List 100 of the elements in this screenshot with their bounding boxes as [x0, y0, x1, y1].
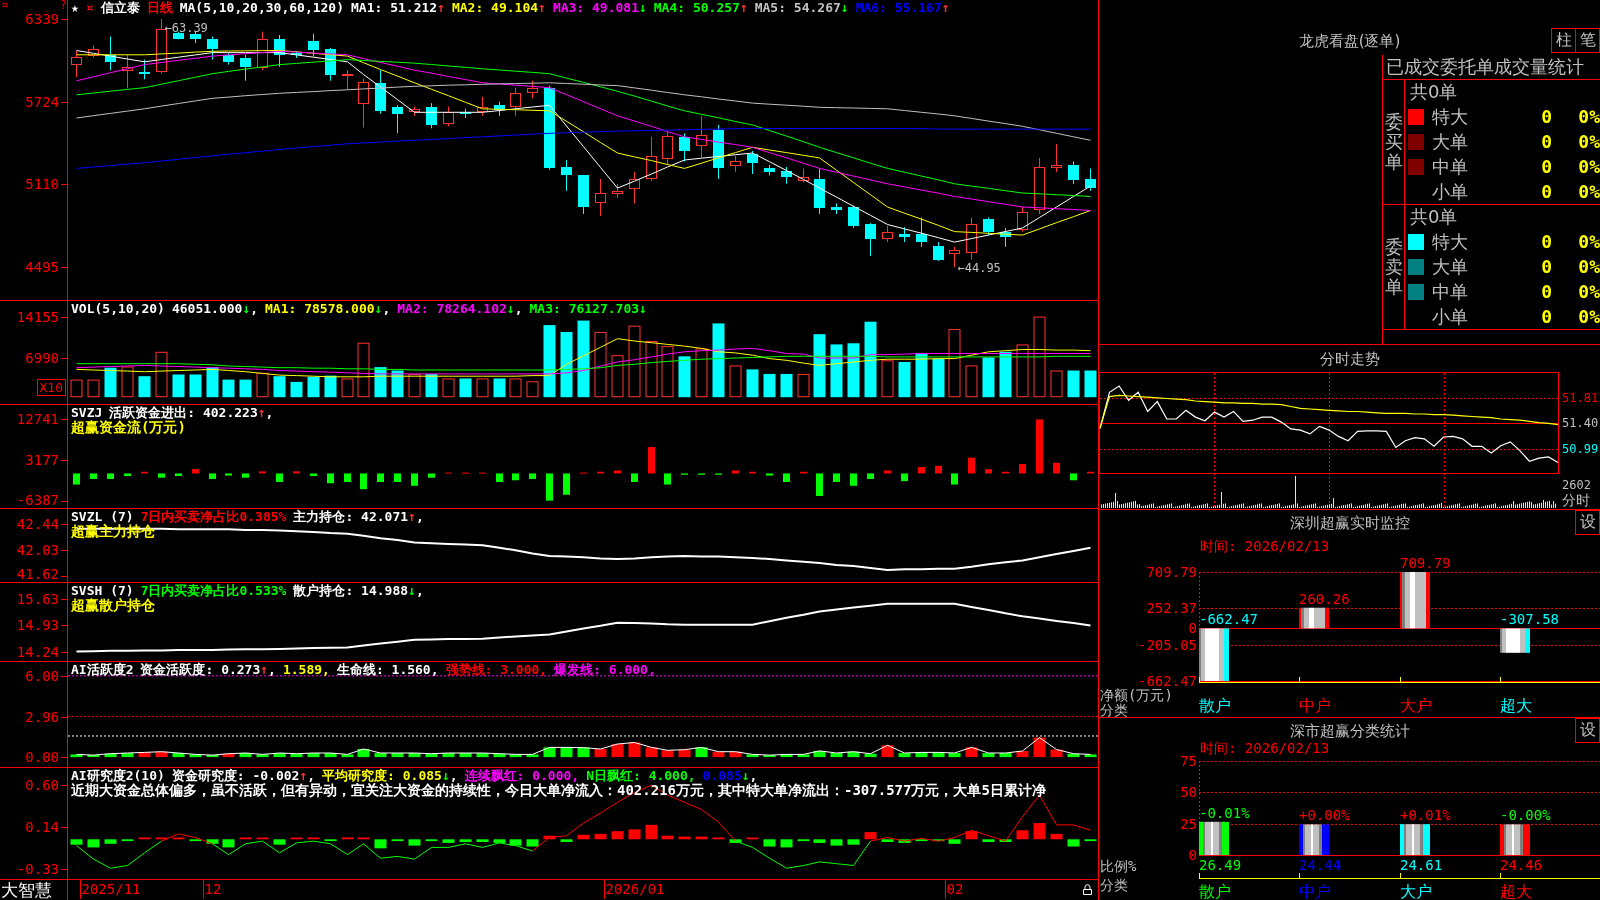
panel-title: 分时走势: [1319, 349, 1380, 368]
separator-text: ,: [415, 509, 424, 524]
timestamp-text: 时间: 2026/02/13: [1200, 741, 1330, 755]
legend-text: MA(5,10,20,30,60,120): [179, 0, 345, 15]
separator-text: ,: [749, 768, 758, 783]
trend-arrow: ↑: [739, 0, 748, 15]
trend-arrow: ↓: [408, 583, 416, 598]
axis-title: 分类: [1100, 702, 1128, 717]
trend-arrow: ↓: [441, 768, 450, 783]
order-count: 0: [1540, 156, 1552, 177]
legend-text: 7日内买卖净占比0.533%: [140, 583, 287, 598]
axis-label: -0.33: [16, 861, 59, 878]
legend-text: 1.589,: [282, 662, 330, 677]
order-total: 共0单: [1409, 80, 1459, 104]
value-label: 24.61: [1400, 857, 1443, 873]
category-label: 超大: [1500, 882, 1532, 900]
axis-label: 0: [1188, 620, 1197, 637]
order-share: 0%: [1577, 181, 1600, 202]
category-label: 中户: [1299, 882, 1331, 900]
order-share: 0%: [1577, 231, 1600, 252]
axis-label: 50.99: [1562, 441, 1599, 456]
separator-text: ,: [449, 768, 458, 783]
category-label: 超大: [1500, 696, 1532, 715]
date-label: 12: [202, 880, 223, 899]
axis-label: 0: [1188, 847, 1197, 863]
panel-title: 深圳超赢实时监控: [1289, 514, 1410, 532]
axis-label: 709.79: [1146, 564, 1197, 580]
trend-arrow: ↑: [257, 405, 266, 420]
order-size-label: 大单: [1432, 254, 1469, 279]
order-count: 0: [1540, 106, 1552, 127]
order-size-label: 特大: [1432, 229, 1469, 254]
axis-label: 14.24: [16, 643, 59, 660]
axis-label: 5724: [25, 93, 59, 110]
separator-text: ,: [382, 301, 391, 316]
group-label: 委买单: [1384, 112, 1403, 172]
axis-label: 5110: [25, 176, 59, 193]
trend-arrow: ↑: [408, 509, 416, 524]
value-label: 24.44: [1299, 857, 1342, 873]
axis-title: 分类: [1100, 877, 1128, 893]
legend-text: MA1: 51.212: [351, 0, 438, 15]
legend-text: 资金研究度: -0.002: [171, 768, 300, 783]
order-share: 0%: [1577, 106, 1600, 127]
axis-label: 51.40: [1562, 416, 1599, 431]
order-share: 0%: [1577, 131, 1600, 152]
legend-text: 7日内买卖净占比0.385%: [140, 509, 287, 524]
order-share: 0%: [1577, 281, 1600, 302]
category-label: 散户: [1199, 696, 1231, 715]
legend-text: MA5: 54.267: [754, 0, 841, 15]
corner-symbol: ¤: [1, 0, 9, 12]
axis-label: 42.03: [16, 541, 59, 558]
panel-title: 深市超赢分类统计: [1289, 721, 1410, 740]
axis-title: 净额(万元): [1100, 687, 1173, 703]
price-annotation: ←44.95: [957, 261, 1001, 276]
separator-text: ,: [307, 768, 316, 783]
trend-arrow: ↓: [840, 0, 849, 15]
separator-text: ,: [514, 301, 523, 316]
legend-text: ¤: [85, 0, 94, 15]
legend-text: MA4: 50.257: [653, 0, 740, 15]
trend-arrow: ↓: [741, 768, 750, 783]
legend-text: SVZL (7): [71, 509, 134, 524]
legend-text: AI研究度2(10): [71, 768, 165, 783]
order-count: 0: [1540, 231, 1552, 252]
legend-text: N日飘红: 4.000,: [586, 768, 696, 783]
legend-text: 生命线: 1.560,: [336, 662, 439, 677]
value-label: -662.47: [1199, 611, 1258, 628]
trend-arrow: ↓: [242, 301, 251, 316]
trend-arrow: ↓: [374, 301, 383, 316]
legend-text: MA6: 55.167: [855, 0, 942, 15]
axis-label: -6387: [16, 492, 59, 508]
date-label: 2025/11: [79, 880, 142, 899]
scale-label: X10: [36, 379, 66, 396]
axis-label: 2.96: [25, 709, 59, 725]
axis-label: 6.00: [25, 667, 59, 684]
category-label: 大户: [1400, 882, 1432, 900]
legend-text: 主力持仓: 42.071: [293, 509, 409, 524]
legend-text: 爆发线: 6.000,: [554, 662, 656, 677]
axis-label: 0.00: [25, 749, 59, 766]
axis-label: 4495: [25, 259, 59, 276]
category-label: 散户: [1199, 882, 1231, 900]
legend-text: 信立泰: [100, 0, 140, 15]
legend-text: 日线: [146, 0, 173, 15]
date-label: 2026/01: [603, 880, 666, 899]
order-size-label: 中单: [1432, 279, 1469, 304]
legend-text: 46051.000: [171, 301, 243, 316]
group-label: 委卖单: [1384, 237, 1403, 297]
legend-text: 超赢资金流(万元): [71, 420, 186, 435]
date-label: 02: [944, 880, 965, 899]
legend-text: 强势线: 3.000,: [445, 662, 548, 677]
axis-label: 0.60: [25, 777, 59, 794]
trend-arrow: ↓: [639, 301, 647, 316]
order-count: 0: [1540, 281, 1552, 302]
value-label: 26.49: [1199, 857, 1242, 873]
legend-text: 超赢散户持仓: [71, 598, 155, 613]
value-label: -307.58: [1500, 611, 1559, 628]
order-size-label: 小单: [1432, 179, 1469, 204]
separator-text: ,: [268, 662, 276, 677]
separator-text: ,: [250, 301, 259, 316]
axis-label: -205.05: [1138, 636, 1197, 653]
value-label: 24.46: [1500, 857, 1543, 873]
axis-label: 12741: [16, 411, 59, 428]
